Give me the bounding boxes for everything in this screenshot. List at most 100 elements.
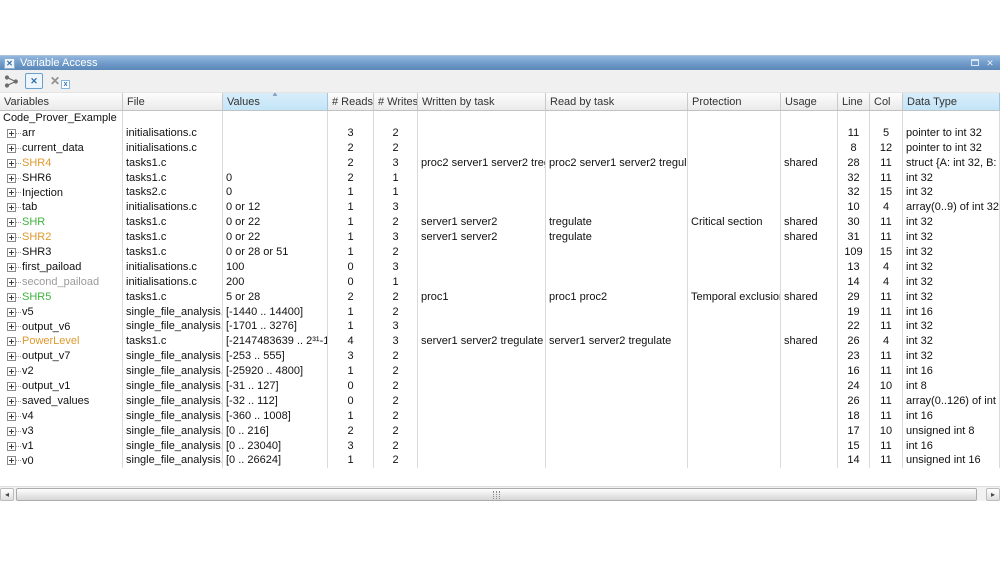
expand-icon[interactable] (7, 352, 16, 361)
scroll-right-arrow[interactable]: ▸ (986, 488, 1000, 501)
column-header-file[interactable]: File (123, 93, 223, 110)
expand-icon[interactable] (7, 427, 16, 436)
table-row-v0[interactable]: v0single_file_analysis.c[0 .. 26624]1214… (0, 453, 1000, 468)
cell-written_by (418, 394, 546, 409)
expand-icon[interactable] (7, 248, 16, 257)
table-row-arr[interactable]: arrinitialisations.c32115pointer to int … (0, 126, 1000, 141)
cell-col: 12 (870, 141, 903, 156)
table-row-output_v6[interactable]: output_v6single_file_analysis.c[-1701 ..… (0, 319, 1000, 334)
table-row-v3[interactable]: v3single_file_analysis.c[0 .. 216]221710… (0, 424, 1000, 439)
cell-writes: 2 (374, 215, 418, 230)
table-row-v2[interactable]: v2single_file_analysis.c[-25920 .. 4800]… (0, 364, 1000, 379)
expand-icon[interactable] (7, 203, 16, 212)
table-row-SHR6[interactable]: SHR6tasks1.c0213211int 32 (0, 171, 1000, 186)
expand-icon[interactable] (7, 322, 16, 331)
column-header-written_by[interactable]: Written by task (418, 93, 546, 110)
expand-icon[interactable] (7, 174, 16, 183)
cell-name: SHR3 (0, 245, 123, 260)
expand-icon[interactable] (7, 442, 16, 451)
undock-icon[interactable] (969, 58, 981, 69)
expand-icon[interactable] (7, 382, 16, 391)
table-row-v5[interactable]: v5single_file_analysis.c[-1440 .. 14400]… (0, 305, 1000, 320)
scrollbar-grip (492, 491, 501, 499)
cell-data_type: int 16 (903, 305, 1000, 320)
scroll-left-arrow[interactable]: ◂ (0, 488, 14, 501)
expand-icon[interactable] (7, 367, 16, 376)
expand-icon[interactable] (7, 159, 16, 168)
cell-values: [-360 .. 1008] (223, 409, 328, 424)
table-row-Code_Prover_Example[interactable]: Code_Prover_Example (0, 111, 1000, 126)
table-row-SHR3[interactable]: SHR3tasks1.c0 or 28 or 511210915int 32 (0, 245, 1000, 260)
column-header-values[interactable]: ▲Values (223, 93, 328, 110)
table-row-v1[interactable]: v1single_file_analysis.c[0 .. 23040]3215… (0, 439, 1000, 454)
table-row-v4[interactable]: v4single_file_analysis.c[-360 .. 1008]12… (0, 409, 1000, 424)
cell-name: v0 (0, 453, 123, 468)
table-row-SHR5[interactable]: SHR5tasks1.c5 or 2822proc1proc1 proc2Tem… (0, 290, 1000, 305)
expand-icon[interactable] (7, 278, 16, 287)
column-header-writes[interactable]: # Writes (374, 93, 418, 110)
expand-icon[interactable] (7, 188, 16, 197)
table-row-SHR2[interactable]: SHR2tasks1.c0 or 2213server1 server2treg… (0, 230, 1000, 245)
column-header-protection[interactable]: Protection (688, 93, 781, 110)
column-label: # Writes (378, 96, 418, 108)
horizontal-scrollbar[interactable]: ◂ ▸ (0, 486, 1000, 501)
cell-writes: 2 (374, 141, 418, 156)
table-row-current_data[interactable]: current_datainitialisations.c22812pointe… (0, 141, 1000, 156)
call-graph-icon[interactable] (3, 73, 20, 90)
column-header-name[interactable]: Variables (0, 93, 123, 110)
panel-titlebar[interactable]: ✕ Variable Access ✕ (0, 55, 1000, 70)
expand-icon[interactable] (7, 337, 16, 346)
table-row-tab[interactable]: tabinitialisations.c0 or 1213104array(0.… (0, 200, 1000, 215)
cell-data_type: int 32 (903, 290, 1000, 305)
cell-usage (781, 245, 838, 260)
cell-file: initialisations.c (123, 260, 223, 275)
show-variable-access-button[interactable]: ✕ (25, 73, 43, 89)
column-header-usage[interactable]: Usage (781, 93, 838, 110)
column-header-line[interactable]: Line (838, 93, 870, 110)
cell-file: single_file_analysis.c (123, 409, 223, 424)
table-row-second_paiload[interactable]: second_pailoadinitialisations.c20001144i… (0, 275, 1000, 290)
cell-col: 11 (870, 230, 903, 245)
clear-results-button[interactable]: ✕x (50, 74, 70, 88)
table-row-Injection[interactable]: Injectiontasks2.c0113215int 32 (0, 185, 1000, 200)
expand-icon[interactable] (7, 397, 16, 406)
cell-file: single_file_analysis.c (123, 305, 223, 320)
column-header-read_by[interactable]: Read by task (546, 93, 688, 110)
cell-writes: 3 (374, 334, 418, 349)
cell-usage: shared (781, 290, 838, 305)
cell-data_type (903, 111, 1000, 126)
cell-col: 10 (870, 379, 903, 394)
expand-icon[interactable] (7, 233, 16, 242)
table-row-SHR[interactable]: SHRtasks1.c0 or 2212server1 server2tregu… (0, 215, 1000, 230)
expand-icon[interactable] (7, 144, 16, 153)
table-row-SHR4[interactable]: SHR4tasks1.c23proc2 server1 server2 treg… (0, 156, 1000, 171)
variable-name: v3 (21, 424, 34, 439)
expand-icon[interactable] (7, 293, 16, 302)
column-header-col[interactable]: Col (870, 93, 903, 110)
table-row-output_v7[interactable]: output_v7single_file_analysis.c[-253 .. … (0, 349, 1000, 364)
expand-icon[interactable] (7, 412, 16, 421)
expand-icon[interactable] (7, 129, 16, 138)
close-icon[interactable]: ✕ (984, 58, 996, 69)
expand-icon[interactable] (7, 218, 16, 227)
cell-usage: shared (781, 156, 838, 171)
variable-name: SHR2 (21, 230, 51, 245)
cell-usage (781, 260, 838, 275)
cell-reads: 2 (328, 156, 374, 171)
column-header-reads[interactable]: # Reads (328, 93, 374, 110)
expand-icon[interactable] (7, 263, 16, 272)
cell-protection (688, 245, 781, 260)
expand-icon[interactable] (7, 456, 16, 465)
table-row-first_paiload[interactable]: first_pailoadinitialisations.c10003134in… (0, 260, 1000, 275)
cell-reads: 0 (328, 275, 374, 290)
cell-name: SHR5 (0, 290, 123, 305)
cell-data_type: int 32 (903, 349, 1000, 364)
table-row-saved_values[interactable]: saved_valuessingle_file_analysis.c[-32 .… (0, 394, 1000, 409)
expand-icon[interactable] (7, 308, 16, 317)
cell-writes: 2 (374, 245, 418, 260)
cell-reads: 1 (328, 364, 374, 379)
column-header-data_type[interactable]: Data Type (903, 93, 1000, 110)
table-row-output_v1[interactable]: output_v1single_file_analysis.c[-31 .. 1… (0, 379, 1000, 394)
scrollbar-thumb[interactable] (16, 488, 977, 501)
table-row-PowerLevel[interactable]: PowerLeveltasks1.c[-2147483639 .. 2³¹-1]… (0, 334, 1000, 349)
